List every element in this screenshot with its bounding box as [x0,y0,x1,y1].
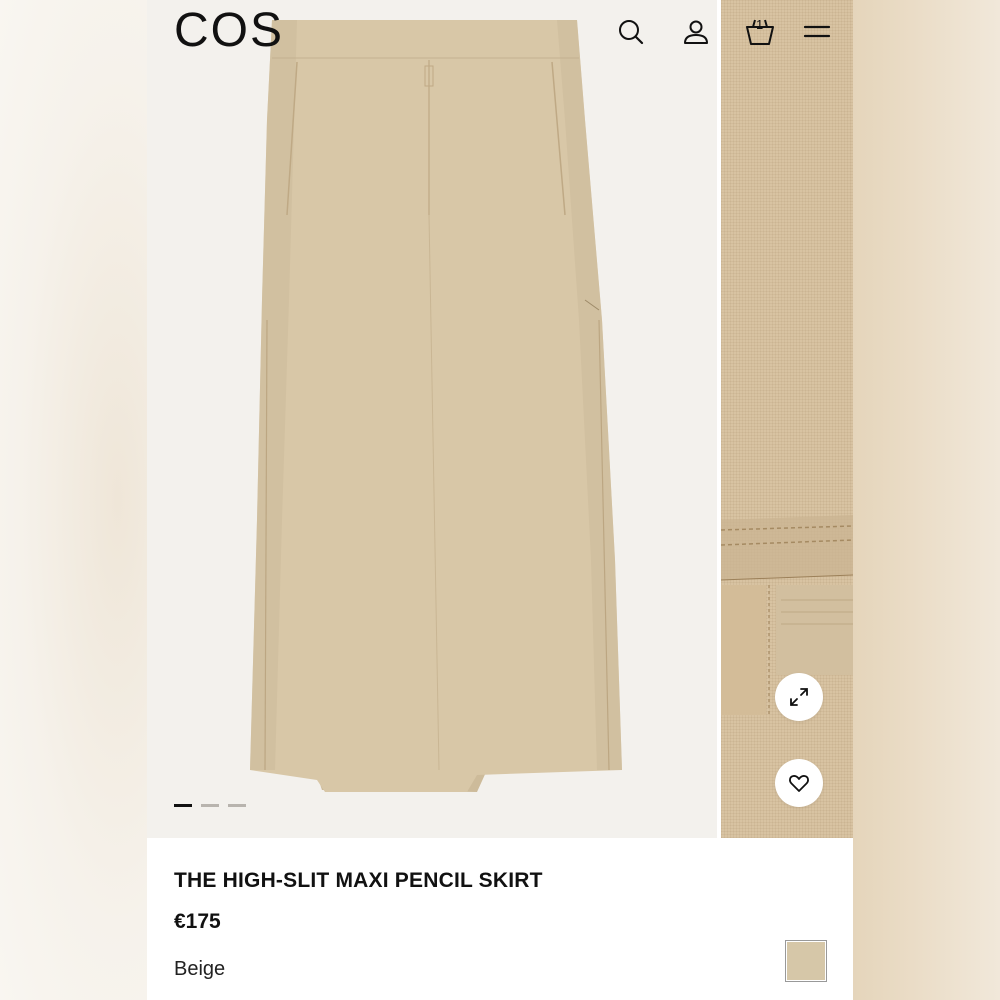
site-header: COS 1 [147,0,853,64]
product-details: THE HIGH-SLIT MAXI PENCIL SKIRT €175 Bei… [147,838,853,1000]
cos-logo[interactable]: COS [174,5,284,57]
bag-item-count: 1 [756,17,764,32]
gallery-dot-2[interactable] [201,804,219,807]
product-title: THE HIGH-SLIT MAXI PENCIL SKIRT [174,869,543,892]
product-main-image[interactable] [147,0,717,838]
add-to-wishlist-button[interactable] [775,759,823,807]
user-icon [684,20,708,44]
phone-screen: COS 1 THE HIGH-SLIT MAXI PENCIL SKIRT €1… [147,0,853,1000]
search-button[interactable] [615,16,647,48]
account-button[interactable] [680,16,712,48]
product-price: €175 [174,910,221,933]
right-background-blur [853,0,1000,1000]
heart-icon [789,775,809,792]
product-image-gallery[interactable]: COS 1 [147,0,853,838]
swatch-fill [787,942,825,980]
color-swatch-beige[interactable] [785,940,827,982]
gallery-dot-3[interactable] [228,804,246,807]
expand-icon [790,688,808,706]
shopping-bag-button[interactable]: 1 [744,16,776,48]
menu-button[interactable] [801,16,833,48]
skirt-illustration [250,20,622,792]
expand-image-button[interactable] [775,673,823,721]
left-background-blur [0,0,147,1000]
search-icon [619,20,644,45]
product-color-name: Beige [174,958,226,980]
gallery-dot-1[interactable] [174,804,192,807]
hamburger-menu-icon [803,25,831,38]
